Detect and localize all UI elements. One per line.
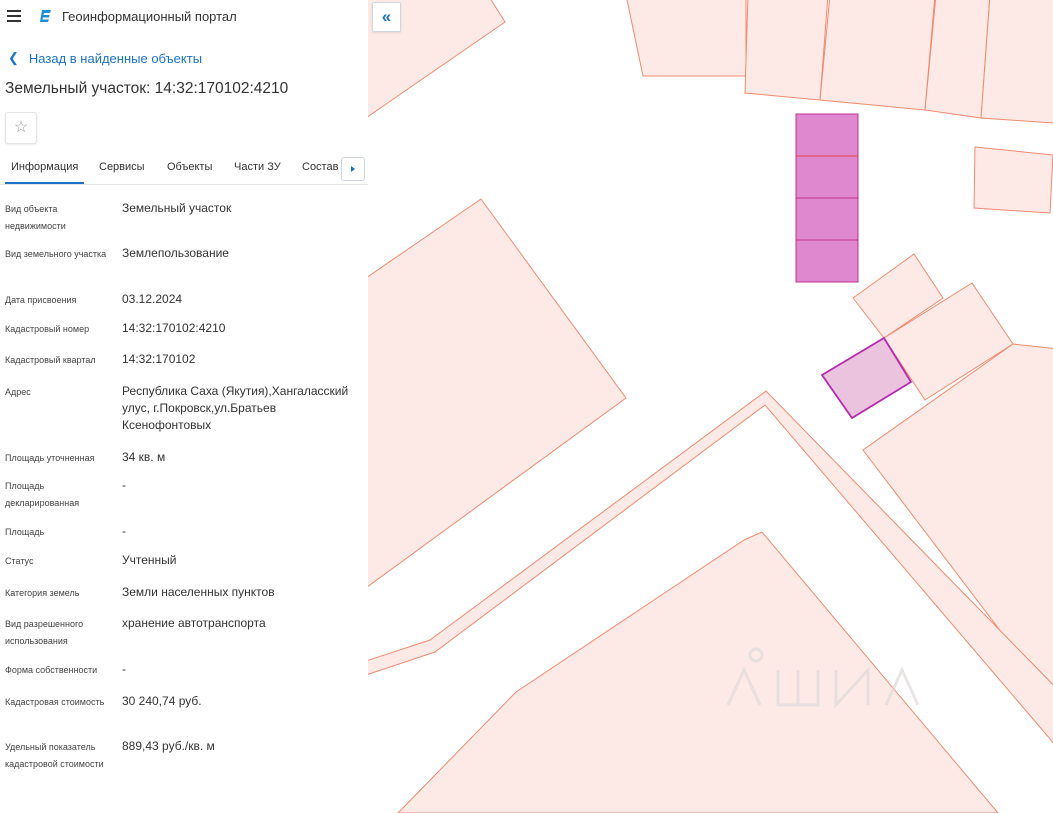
property-value: 30 240,74 руб. [122,694,202,708]
tab-information[interactable]: Информация [5,150,85,184]
logo-icon [40,10,51,22]
map-parcel [819,0,936,111]
property-value: 14:32:170102:4210 [122,321,226,335]
tab-bar: Информация Сервисы Объекты Части ЗУ Сост… [0,150,368,185]
property-label: Вид объекта недвижимости [5,204,66,231]
property-value: 889,43 руб./кв. м [122,739,215,753]
property-label: Адрес [5,387,31,397]
property-label: Площадь уточненная [5,453,95,463]
tab-scroll-button[interactable] [341,157,365,181]
caret-right-icon [351,166,355,172]
map-canvas[interactable] [368,0,1053,813]
property-value: Земельный участок [122,201,232,215]
tab-composition[interactable]: Состав [302,150,338,182]
tab-parts[interactable]: Части ЗУ [234,150,281,182]
property-value: Землепользование [122,246,229,260]
app-title: Геоинформационный портал [62,9,237,24]
map-view[interactable] [368,0,1053,813]
tab-clip: Состав [302,150,340,182]
property-value: - [122,524,126,538]
favorite-button[interactable]: ☆ [5,112,37,144]
page-title: Земельный участок: 14:32:170102:4210 [5,80,289,97]
map-parcel [973,146,1053,214]
info-panel: Геоинформационный портал ❮ Назад в найде… [0,0,368,813]
property-label: Статус [5,556,34,566]
map-parcel [397,531,999,813]
property-label: Вид разрешенного использования [5,619,84,646]
tab-services[interactable]: Сервисы [99,150,145,182]
property-value: - [122,478,126,492]
parcel-layer [368,0,1053,813]
property-label: Форма собственности [5,665,98,675]
top-bar: Геоинформационный портал [0,0,368,34]
back-link-label: Назад в найденные объекты [28,50,203,66]
property-label: Площадь [5,527,45,537]
address-value: Республика Саха (Якутия),Хангаласский ул… [122,384,349,432]
star-icon: ☆ [13,119,29,136]
property-value: Учтенный [122,553,177,567]
map-parcel [924,0,991,119]
property-label: Площадь декларированная [5,481,80,508]
property-label: Кадастровый номер [5,324,90,334]
highlighted-parcels [795,113,859,283]
property-value: 14:32:170102 [122,352,196,366]
property-label: Вид земельного участка [5,249,107,259]
collapse-panel-button[interactable]: « [372,2,401,32]
property-label: Категория земель [5,588,80,598]
property-label: Кадастровый квартал [5,355,96,365]
back-to-results-link[interactable]: ❮ Назад в найденные объекты [8,50,202,66]
map-parcel [744,0,829,101]
property-label: Кадастровая стоимость [5,697,105,707]
property-value: Земли населенных пунктов [122,585,275,599]
double-chevron-left-icon: « [381,6,392,26]
property-label: Удельный показатель кадастровой стоимост… [5,742,104,769]
property-value: 34 кв. м [122,450,166,464]
chevron-left-icon: ❮ [8,50,19,65]
map-parcel [980,0,1053,124]
property-value: - [122,662,126,676]
menu-icon[interactable] [7,10,21,22]
property-value: 03.12.2024 [122,292,183,306]
map-parcel [626,0,747,77]
property-value: хранение автотранспорта [122,616,266,630]
tab-objects[interactable]: Объекты [167,150,212,182]
property-label: Дата присвоения [5,295,77,305]
